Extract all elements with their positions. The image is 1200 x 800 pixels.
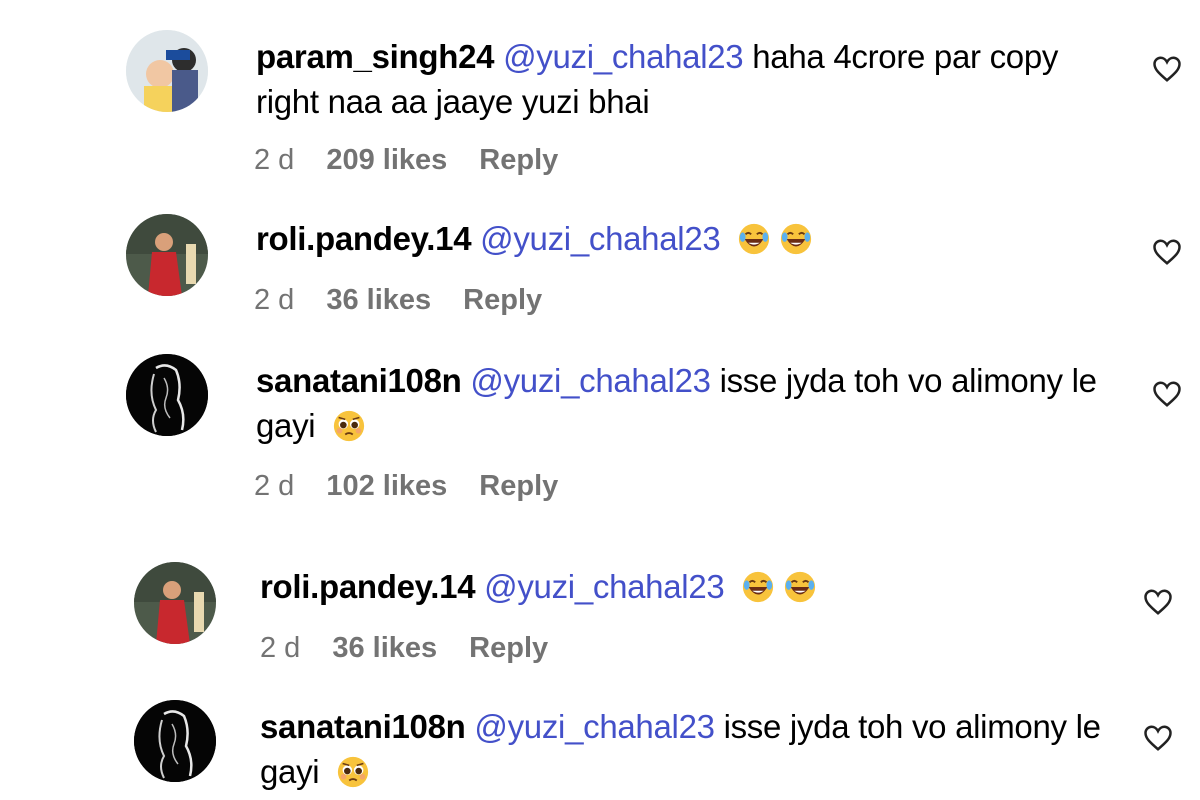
comment-text: param_singh24 @yuzi_chahal23 haha 4crore… xyxy=(256,34,1116,124)
heart-icon[interactable] xyxy=(1143,724,1173,752)
heart-icon[interactable] xyxy=(1152,55,1182,83)
likes-count[interactable]: 36 likes xyxy=(326,284,431,317)
comment-text: roli.pandey.14 @yuzi_chahal23 xyxy=(260,564,1120,609)
avatar[interactable] xyxy=(126,354,208,436)
comment-username[interactable]: sanatani108n xyxy=(260,708,466,745)
comment-username[interactable]: roli.pandey.14 xyxy=(256,220,472,257)
face-with-tears-of-joy-icon xyxy=(785,571,816,603)
likes-count[interactable]: 209 likes xyxy=(326,144,447,177)
avatar[interactable] xyxy=(126,214,208,296)
mention-link[interactable]: @yuzi_chahal23 xyxy=(480,220,721,257)
avatar[interactable] xyxy=(134,562,216,644)
comment-username[interactable]: sanatani108n xyxy=(256,362,462,399)
face-with-tears-of-joy-icon xyxy=(743,571,774,603)
comment-text: roli.pandey.14 @yuzi_chahal23 xyxy=(256,216,1116,261)
comment-username[interactable]: roli.pandey.14 xyxy=(260,568,476,605)
comment-username[interactable]: param_singh24 xyxy=(256,38,495,75)
comment-age: 2 d xyxy=(254,144,295,176)
comment-age: 2 d xyxy=(254,284,295,316)
face-with-tears-of-joy-icon xyxy=(781,223,812,255)
mention-link[interactable]: @yuzi_chahal23 xyxy=(474,708,715,745)
heart-icon[interactable] xyxy=(1143,588,1173,616)
mention-link[interactable]: @yuzi_chahal23 xyxy=(470,362,711,399)
comment-text: sanatani108n @yuzi_chahal23 isse jyda to… xyxy=(260,704,1120,794)
mention-link[interactable]: @yuzi_chahal23 xyxy=(503,38,744,75)
mention-link[interactable]: @yuzi_chahal23 xyxy=(484,568,725,605)
comment-meta: 2 d 36 likes Reply xyxy=(254,284,542,317)
reply-button[interactable]: Reply xyxy=(479,144,558,177)
comment-age: 2 d xyxy=(254,470,295,502)
likes-count[interactable]: 102 likes xyxy=(326,470,447,503)
heart-icon[interactable] xyxy=(1152,238,1182,266)
comment-meta: 2 d 36 likes Reply xyxy=(260,632,548,665)
reply-button[interactable]: Reply xyxy=(463,284,542,317)
avatar[interactable] xyxy=(134,700,216,782)
pleading-face-icon xyxy=(338,756,369,788)
likes-count[interactable]: 36 likes xyxy=(332,632,437,665)
pleading-face-icon xyxy=(334,410,365,442)
comment-meta: 2 d 102 likes Reply xyxy=(254,470,558,503)
reply-button[interactable]: Reply xyxy=(469,632,548,665)
comment-age: 2 d xyxy=(260,632,301,664)
heart-icon[interactable] xyxy=(1152,380,1182,408)
face-with-tears-of-joy-icon xyxy=(739,223,770,255)
comment-meta: 2 d 209 likes Reply xyxy=(254,144,558,177)
avatar[interactable] xyxy=(126,30,208,112)
comment-text: sanatani108n @yuzi_chahal23 isse jyda to… xyxy=(256,358,1116,448)
reply-button[interactable]: Reply xyxy=(479,470,558,503)
